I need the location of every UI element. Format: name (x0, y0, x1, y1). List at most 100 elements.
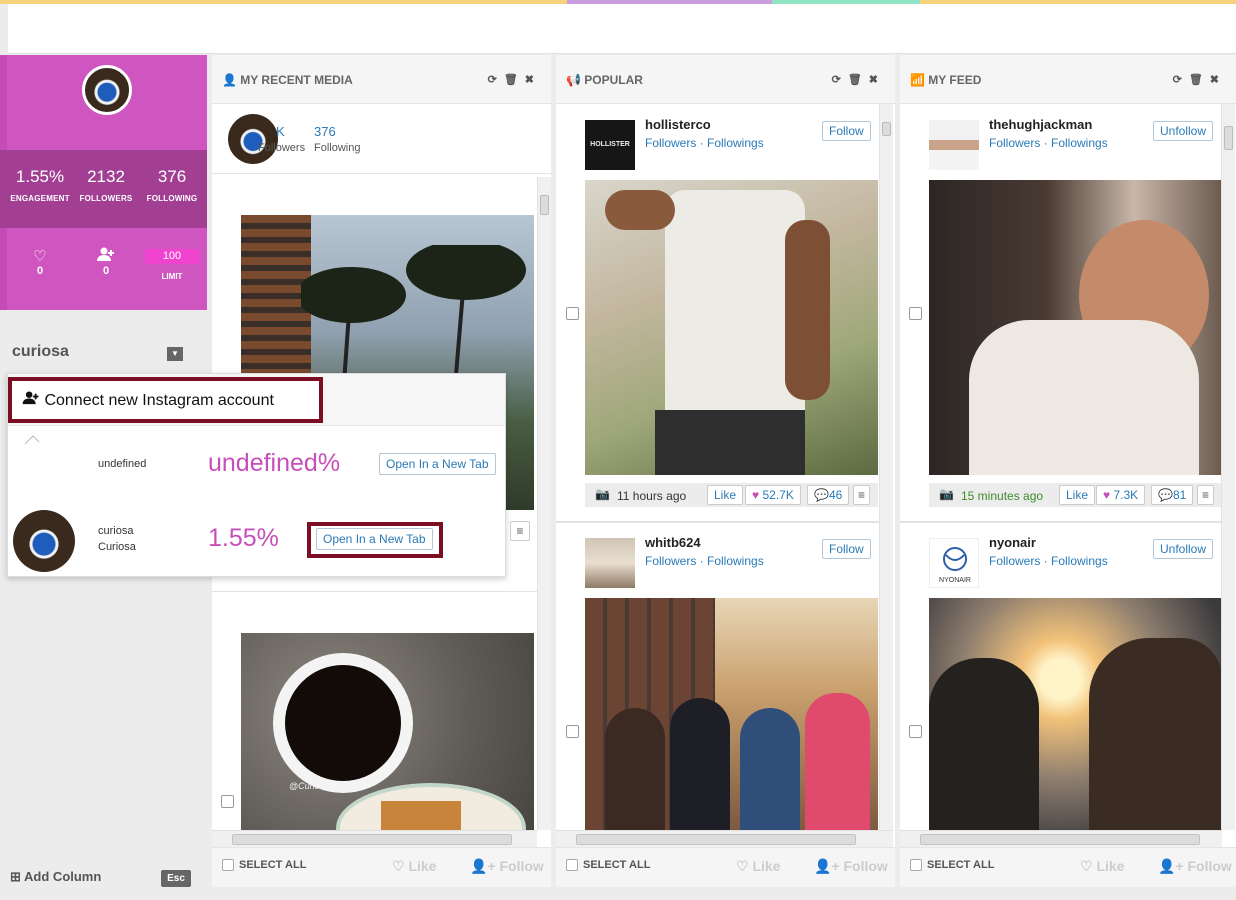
post-username[interactable]: nyonair (989, 535, 1036, 550)
likes-count-button[interactable]: ♥ 7.3K (1096, 485, 1146, 505)
stat-followers[interactable]: 2132 FOLLOWERS (72, 167, 140, 203)
follow-label: Follow (843, 858, 888, 874)
select-all-checkbox[interactable] (222, 859, 234, 872)
trash-icon[interactable]: 🗑 (848, 74, 869, 86)
followers-value[interactable]: K (276, 124, 285, 139)
avatar-whitb624[interactable] (585, 538, 635, 588)
unfollow-button[interactable]: Unfollow (1153, 121, 1214, 141)
instagram-icon: 📷 (939, 487, 954, 501)
close-icon[interactable]: ✖ (869, 74, 885, 86)
column-title: MY RECENT MEDIA (240, 73, 353, 87)
close-icon[interactable]: ✖ (1210, 74, 1226, 86)
post-photo-thehughjackman[interactable] (929, 180, 1222, 475)
limit-bar: 100 (145, 249, 199, 264)
trash-icon[interactable]: 🗑 (1189, 74, 1210, 86)
horizontal-scrollbar[interactable] (556, 830, 893, 847)
post-menu-icon[interactable]: ≡ (1197, 485, 1215, 505)
select-all-checkbox[interactable] (910, 859, 922, 872)
post-follow-links[interactable]: Followers · Followings (989, 136, 1108, 150)
avatar (228, 114, 278, 164)
comments-count-button[interactable]: 💬46 (807, 485, 850, 505)
follow-all-button[interactable]: 👤+ Follow (814, 858, 888, 875)
comments-count-button[interactable]: 💬81 (1151, 485, 1194, 505)
post-checkbox[interactable] (566, 725, 579, 738)
profile-avatar[interactable] (82, 65, 132, 115)
like-all-button[interactable]: ♡ Like (736, 858, 780, 875)
follow-button[interactable]: Follow (822, 539, 871, 559)
open-new-tab-button[interactable]: Open In a New Tab (379, 453, 496, 475)
scroll-thumb[interactable] (540, 195, 549, 215)
chevron-down-icon[interactable]: ▼ (167, 347, 183, 361)
account-name[interactable]: curiosa (12, 343, 69, 361)
refresh-icon[interactable]: ⟳ (1173, 74, 1189, 86)
post-action-bar: 📷 15 minutes ago Like ♥ 7.3K 💬81 ≡ (929, 483, 1222, 507)
scroll-thumb[interactable] (920, 834, 1200, 845)
post-menu-icon[interactable]: ≡ (853, 485, 871, 505)
follow-all-button[interactable]: 👤+ Follow (1158, 858, 1232, 875)
refresh-icon[interactable]: ⟳ (488, 74, 504, 86)
account-avatar-placeholder (13, 434, 79, 494)
like-button[interactable]: Like (1059, 485, 1096, 505)
divider (556, 521, 881, 523)
esc-key-hint[interactable]: Esc (161, 870, 191, 887)
avatar-hollister[interactable]: HOLLISTER (585, 120, 635, 170)
account-avatar[interactable] (13, 510, 75, 572)
refresh-icon[interactable]: ⟳ (832, 74, 848, 86)
select-all-label[interactable]: SELECT ALL (927, 859, 994, 871)
connect-account-button[interactable]: Connect new Instagram account (8, 377, 323, 423)
unfollow-button[interactable]: Unfollow (1153, 539, 1214, 559)
following-value[interactable]: 376 (314, 124, 336, 139)
vertical-scrollbar[interactable] (537, 177, 551, 830)
heart-icon: ♥ (1103, 488, 1111, 502)
post-username[interactable]: whitb624 (645, 535, 701, 550)
post-checkbox[interactable] (909, 307, 922, 320)
divider (212, 591, 537, 592)
post-checkbox[interactable] (221, 795, 234, 808)
comment-icon: 💬 (1158, 488, 1173, 502)
close-icon[interactable]: ✖ (525, 74, 541, 86)
arm-shape (785, 220, 830, 400)
follow-all-button[interactable]: 👤+ Follow (470, 858, 544, 875)
avatar-thehughjackman[interactable] (929, 120, 979, 170)
open-new-tab-button[interactable]: Open In a New Tab (316, 528, 433, 550)
person-shape (740, 708, 800, 830)
stat-following[interactable]: 376 FOLLOWING (138, 167, 206, 203)
like-all-button[interactable]: ♡ Like (392, 858, 436, 875)
like-all-button[interactable]: ♡ Like (1080, 858, 1124, 875)
post-username[interactable]: hollisterco (645, 117, 711, 132)
vertical-scrollbar[interactable] (879, 104, 893, 830)
follow-button[interactable]: Follow (822, 121, 871, 141)
media-photo-coffee[interactable]: @Curiosa (241, 633, 534, 830)
avatar-nyonair[interactable]: NYONAIR (929, 538, 979, 588)
horizontal-scrollbar[interactable] (212, 830, 537, 847)
stat-label: ENGAGEMENT (10, 194, 70, 203)
vertical-scrollbar[interactable] (1221, 104, 1235, 830)
like-button[interactable]: Like (707, 485, 744, 505)
post-follow-links[interactable]: Followers · Followings (989, 554, 1108, 568)
column-header: 👤 MY RECENT MEDIA ⟳🗑✖ (212, 55, 551, 104)
follows-value: 0 (102, 265, 110, 277)
post-photo-whitb624[interactable] (585, 598, 878, 830)
post-follow-links[interactable]: Followers · Followings (645, 136, 764, 150)
column-tools: ⟳🗑✖ (1173, 73, 1226, 86)
select-all-label[interactable]: SELECT ALL (583, 859, 650, 871)
post-photo-hollister[interactable] (585, 180, 878, 475)
post-follow-links[interactable]: Followers · Followings (645, 554, 764, 568)
post-menu-icon[interactable]: ≡ (510, 521, 530, 541)
scroll-thumb[interactable] (232, 834, 512, 845)
post-username[interactable]: thehughjackman (989, 117, 1092, 132)
select-all-checkbox[interactable] (566, 859, 578, 872)
likes-count-button[interactable]: ♥ 52.7K (745, 485, 801, 505)
trash-icon[interactable]: 🗑 (504, 74, 525, 86)
select-all-label[interactable]: SELECT ALL (239, 859, 306, 871)
scroll-thumb[interactable] (1224, 126, 1233, 150)
heart-outline-icon: ♡ (736, 858, 749, 874)
scroll-thumb[interactable] (882, 122, 891, 136)
post-checkbox[interactable] (909, 725, 922, 738)
add-column-button[interactable]: ⊞ Add Column (10, 869, 101, 885)
column-header: 📶 MY FEED ⟳🗑✖ (900, 55, 1236, 104)
post-checkbox[interactable] (566, 307, 579, 320)
scroll-thumb[interactable] (576, 834, 856, 845)
horizontal-scrollbar[interactable] (900, 830, 1222, 847)
post-photo-nyonair[interactable] (929, 598, 1222, 830)
